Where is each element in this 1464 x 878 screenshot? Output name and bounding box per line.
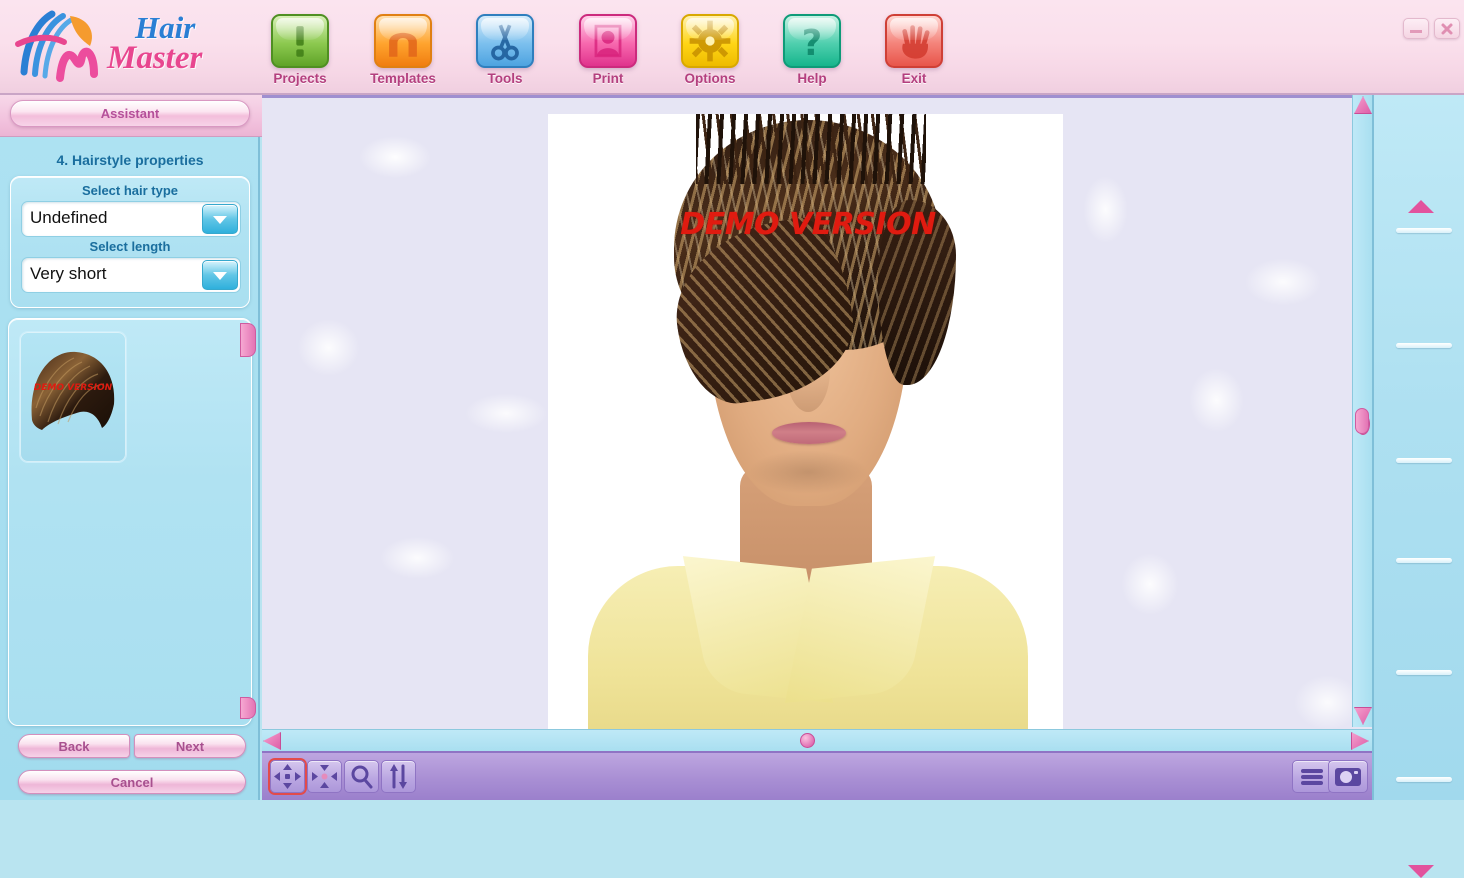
zoom-tool-button[interactable] (344, 760, 379, 793)
camera-button[interactable] (1328, 760, 1368, 793)
toolbar-button-tools[interactable]: Tools (464, 14, 546, 92)
canvas-handle-right[interactable] (1355, 408, 1369, 434)
mouth (772, 422, 846, 444)
preview-canvas[interactable]: DEMO VERSION (262, 95, 1372, 755)
hand-wave-icon (885, 14, 943, 68)
camera-icon (1335, 768, 1361, 786)
assistant-button[interactable]: Assistant (10, 100, 250, 127)
toolbar-button-templates[interactable]: Templates (362, 14, 444, 92)
toolbar-label-help: Help (797, 71, 827, 86)
canvas-horizontal-scrollbar[interactable] (262, 729, 1372, 751)
scale-tick (1396, 458, 1452, 463)
scroll-left-arrow-icon[interactable] (263, 732, 281, 750)
hairstyle-thumbnail-image: DEMO VERSION (31, 351, 115, 430)
minimize-icon[interactable] (1403, 18, 1429, 39)
hair-length-dropdown[interactable]: Very short (21, 257, 241, 293)
next-button[interactable]: Next (134, 734, 246, 758)
scale-tick (1396, 777, 1452, 782)
portrait-photo[interactable]: DEMO VERSION (548, 114, 1063, 734)
exclamation-icon (271, 14, 329, 68)
move-tool-button[interactable] (270, 760, 305, 793)
toolbar-label-exit: Exit (901, 71, 927, 86)
toolbar-button-exit[interactable]: Exit (873, 14, 955, 92)
back-button[interactable]: Back (18, 734, 130, 758)
hair-length-value: Very short (30, 264, 107, 283)
template-arch-icon (374, 14, 432, 68)
chin-shading (748, 450, 868, 494)
sidebar-handle-top[interactable] (240, 323, 256, 357)
hairstyle-thumbnail-item[interactable]: DEMO VERSION (19, 331, 127, 463)
triangle-down-icon[interactable] (1408, 865, 1434, 878)
scale-tick (1396, 558, 1452, 563)
scale-tick (1396, 228, 1452, 233)
label-hair-length: Select length (89, 239, 171, 254)
svg-text:DEMO VERSION: DEMO VERSION (34, 383, 113, 393)
brand-line-2: Master (107, 40, 203, 76)
flip-vertical-icon (390, 764, 407, 789)
scroll-up-arrow-icon[interactable] (1354, 96, 1372, 114)
toolbar-label-projects: Projects (273, 71, 327, 86)
scale-tick (1396, 343, 1452, 348)
right-scale-panel (1372, 95, 1464, 878)
magnifier-icon (351, 765, 373, 789)
scale-tick (1396, 670, 1452, 675)
resize-tool-button[interactable] (307, 760, 342, 793)
toolbar-label-options: Options (684, 71, 736, 86)
list-view-button[interactable] (1292, 760, 1332, 793)
svg-text:?: ? (802, 23, 822, 64)
scroll-right-arrow-icon[interactable] (1351, 732, 1369, 750)
printer-portrait-icon (579, 14, 637, 68)
toolbar-label-templates: Templates (370, 71, 436, 86)
move-arrows-icon (274, 764, 301, 789)
toolbar-button-print[interactable]: Print (567, 14, 649, 92)
scroll-down-arrow-icon[interactable] (1354, 707, 1372, 725)
chevron-down-icon[interactable] (202, 260, 238, 290)
flip-tool-button[interactable] (381, 760, 416, 793)
demo-watermark: DEMO VERSION (680, 207, 936, 242)
resize-arrows-icon (312, 765, 337, 788)
sidebar-handle-bottom[interactable] (240, 697, 256, 719)
chevron-down-icon[interactable] (202, 204, 238, 234)
toolbar-button-help[interactable]: ? Help (771, 14, 853, 92)
label-hair-type: Select hair type (81, 183, 179, 198)
hair-type-dropdown[interactable]: Undefined (21, 201, 241, 237)
close-icon[interactable] (1434, 18, 1460, 39)
bottom-toolbar (262, 751, 1372, 800)
hair-spikes (696, 114, 926, 184)
list-view-icon (1301, 769, 1323, 785)
horizontal-scroll-thumb[interactable] (800, 733, 815, 748)
step-title: 4. Hairstyle properties (56, 152, 204, 168)
hair-type-value: Undefined (30, 208, 108, 227)
hairstyle-properties-panel: Select hair type Undefined Select length… (10, 176, 250, 308)
toolbar-button-projects[interactable]: Projects (259, 14, 341, 92)
hairmaster-logo-icon (8, 6, 103, 88)
scissors-icon (476, 14, 534, 68)
gear-icon (681, 14, 739, 68)
hairstyle-list-panel: DEMO VERSION (8, 318, 252, 726)
top-toolbar: Hair Master Projects Templates Tools Pri… (0, 0, 1464, 95)
cancel-button[interactable]: Cancel (18, 770, 246, 794)
app-brand: Hair Master (105, 8, 265, 88)
toolbar-label-tools: Tools (487, 71, 523, 86)
assistant-bar: Assistant (0, 95, 262, 137)
question-mark-icon: ? (783, 14, 841, 68)
triangle-up-icon[interactable] (1408, 200, 1434, 213)
toolbar-label-print: Print (592, 71, 624, 86)
toolbar-button-options[interactable]: Options (669, 14, 751, 92)
